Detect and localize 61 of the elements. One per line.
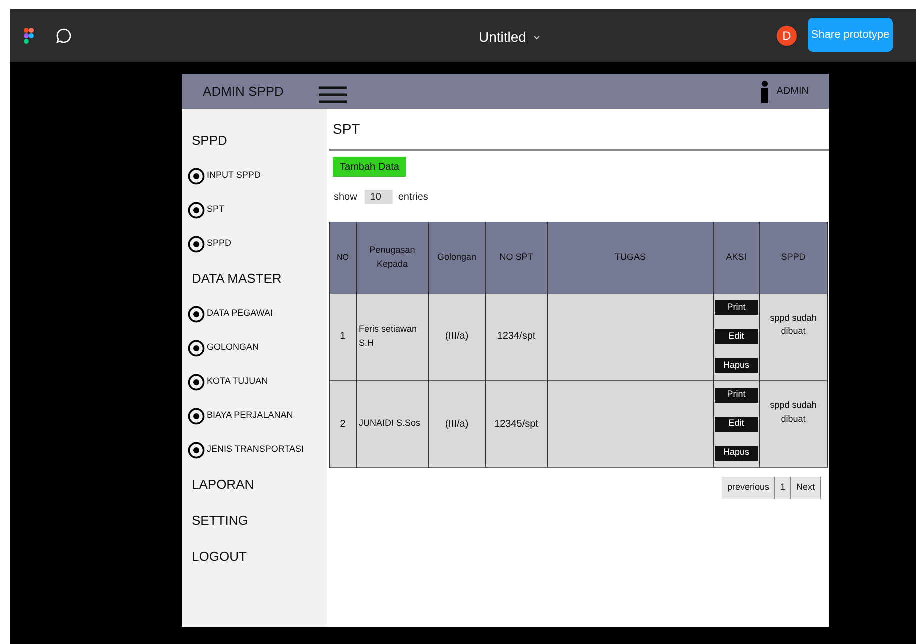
table-cell: 12345/spt [494,418,538,430]
radio-dot-icon [188,168,205,184]
sidebar-section[interactable]: LOGOUT [192,547,247,567]
column-header: Penugasan Kepada [370,245,416,268]
action-button[interactable]: Hapus [715,358,758,374]
sidebar-link[interactable]: DATA PEGAWAI [207,307,274,321]
column-header: NO SPT [500,252,534,262]
page-title: SPT [329,109,829,151]
sidebar-link[interactable]: SPPD [207,237,232,251]
column-header: AKSI [726,252,747,262]
table-cell: sppd sudah dibuat [770,400,817,424]
app-brand: ADMIN SPPD [202,82,285,101]
table-cell: 1234/spt [497,331,536,342]
sidebar-section[interactable]: DATA MASTER [192,269,282,289]
table-cell: 1 [340,331,346,342]
pagination-button[interactable]: Next [791,477,821,499]
show-label: show [334,190,358,204]
table-cell: (III/a) [445,418,469,430]
sidebar-section[interactable]: LAPORAN [192,475,254,495]
radio-dot-icon [188,202,205,218]
caret-icon [534,36,540,40]
action-button[interactable]: Print [715,300,758,316]
sidebar-link[interactable]: BIAYA PERJALANAN [207,409,294,423]
figma-logo-icon[interactable] [24,28,34,44]
user-avatar[interactable]: D [777,26,797,46]
entries-label: entries [398,190,428,204]
action-button[interactable]: Edit [715,329,758,344]
user-icon [760,80,769,102]
pagination-button[interactable]: 1 [775,477,792,499]
pagination-button[interactable]: preverious [722,477,776,499]
action-button[interactable]: Hapus [715,446,758,460]
column-header: Golongan [437,252,477,262]
user-label: ADMIN [776,85,809,99]
sidebar-link[interactable]: JENIS TRANSPORTASI [207,443,304,457]
sidebar-link[interactable]: SPT [207,203,225,217]
column-header: NO [337,252,349,262]
menu-icon[interactable] [319,86,347,104]
entries-field[interactable]: 10 [365,190,394,204]
action-button[interactable]: Edit [715,416,758,432]
file-title[interactable]: Untitled [479,27,540,48]
comment-icon[interactable] [56,28,72,44]
radio-dot-icon [188,306,205,322]
table-cell: sppd sudah dibuat [770,312,817,336]
table-cell: (III/a) [445,331,469,342]
column-header: SPPD [781,252,806,262]
radio-dot-icon [188,236,205,252]
radio-dot-icon [188,340,205,356]
sidebar-link[interactable]: INPUT SPPD [207,169,261,183]
sidebar-section[interactable]: SETTING [192,511,248,531]
radio-dot-icon [188,408,205,424]
sidebar-section[interactable]: SPPD [192,131,228,151]
radio-dot-icon [188,374,205,390]
table-cell: JUNAIDI S.Sos [359,418,421,428]
radio-dot-icon [188,442,205,458]
table-cell: Feris setiawan S.H [359,324,418,348]
table-cell: 2 [340,418,346,430]
add-data-button[interactable]: Tambah Data [333,157,406,177]
sidebar-link[interactable]: GOLONGAN [207,341,260,355]
action-button[interactable]: Print [715,388,758,402]
sidebar-link[interactable]: KOTA TUJUAN [207,375,268,389]
column-header: TUGAS [614,252,646,262]
